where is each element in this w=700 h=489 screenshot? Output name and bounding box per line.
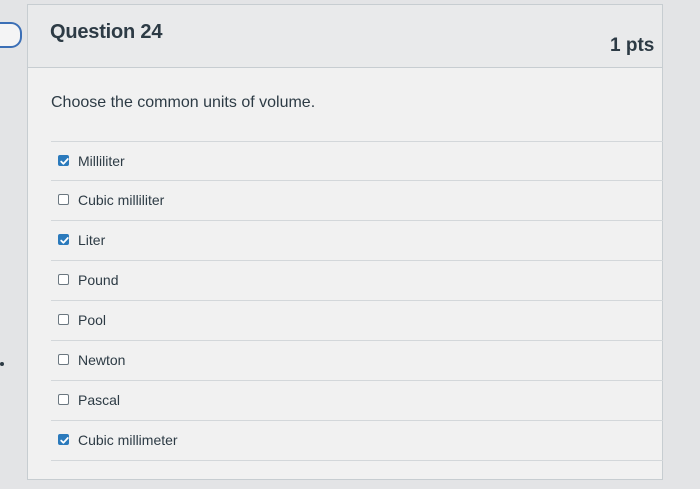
question-points: 1 pts — [610, 35, 655, 56]
answer-option[interactable]: Pascal — [51, 381, 663, 421]
checkbox[interactable] — [58, 354, 69, 365]
question-card: Question 24 1 pts Choose the common unit… — [27, 4, 663, 480]
checkbox[interactable] — [58, 434, 69, 445]
answer-list: Milliliter Cubic milliliter Liter Pound … — [51, 141, 663, 461]
check-icon — [60, 237, 69, 244]
answer-option[interactable]: Newton — [51, 341, 663, 381]
check-icon — [60, 437, 69, 444]
checkbox[interactable] — [58, 155, 69, 166]
question-nav-tab[interactable] — [0, 22, 22, 48]
answer-label[interactable]: Pound — [78, 272, 118, 288]
answer-label[interactable]: Pascal — [78, 392, 120, 408]
answer-label[interactable]: Cubic millimeter — [78, 432, 178, 448]
answer-option[interactable]: Cubic milliliter — [51, 181, 663, 221]
answer-option[interactable]: Milliliter — [51, 141, 663, 181]
answer-option[interactable]: Pound — [51, 261, 663, 301]
question-title: Question 24 — [50, 21, 163, 43]
answer-label[interactable]: Pool — [78, 312, 106, 328]
question-prompt: Choose the common units of volume. — [51, 94, 316, 111]
edge-marker — [0, 362, 4, 366]
checkbox[interactable] — [58, 394, 69, 405]
check-icon — [60, 158, 69, 165]
answer-option[interactable]: Liter — [51, 221, 663, 261]
answer-option[interactable]: Cubic millimeter — [51, 421, 663, 461]
answer-label[interactable]: Newton — [78, 352, 125, 368]
checkbox[interactable] — [58, 314, 69, 325]
checkbox[interactable] — [58, 194, 69, 205]
answer-label[interactable]: Cubic milliliter — [78, 192, 164, 208]
checkbox[interactable] — [58, 234, 69, 245]
answer-label[interactable]: Milliliter — [78, 153, 125, 169]
answer-option[interactable]: Pool — [51, 301, 663, 341]
question-header: Question 24 1 pts — [28, 5, 662, 68]
checkbox[interactable] — [58, 274, 69, 285]
answer-label[interactable]: Liter — [78, 232, 105, 248]
